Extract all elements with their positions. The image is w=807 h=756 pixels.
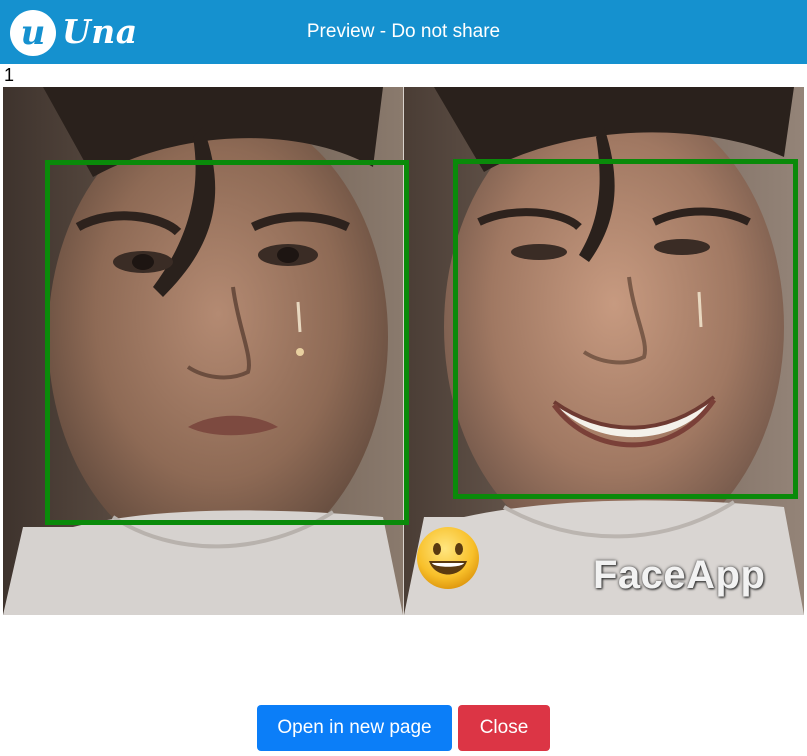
preview-image: FaceApp: [3, 87, 804, 615]
face-detection-box-right: [453, 159, 798, 499]
page-title: Preview - Do not share: [306, 21, 501, 42]
grinning-face-emoji-icon: [417, 527, 479, 589]
page-index: 1: [4, 65, 15, 85]
app-header: u Una Preview - Do not share: [0, 0, 807, 64]
close-button[interactable]: Close: [458, 705, 550, 751]
face-detection-box-left: [45, 160, 409, 525]
faceapp-watermark: FaceApp: [593, 553, 766, 597]
open-in-new-page-button[interactable]: Open in new page: [257, 705, 452, 751]
